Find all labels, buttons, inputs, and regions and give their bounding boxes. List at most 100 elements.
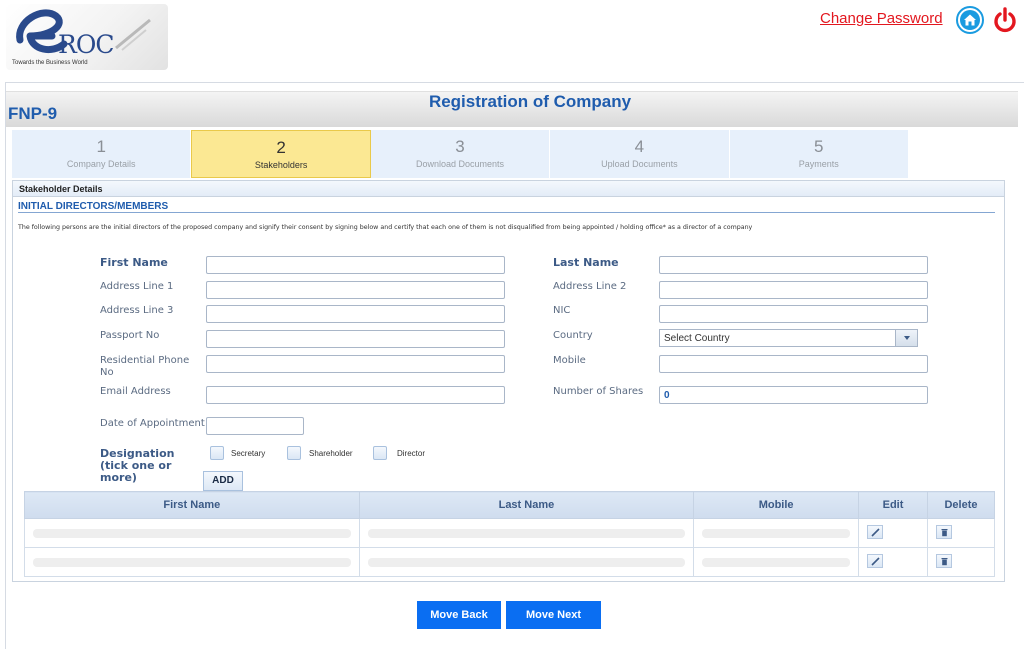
- first-name-label: First Name: [100, 256, 168, 269]
- col-first-name: First Name: [24, 491, 360, 519]
- secretary-checkbox[interactable]: [210, 446, 224, 460]
- page-title: Registration of Company: [428, 92, 632, 111]
- power-icon: [994, 7, 1016, 33]
- dropdown-button[interactable]: [895, 330, 917, 346]
- step-label: Payments: [798, 159, 839, 169]
- country-select-value: Select Country: [664, 333, 730, 344]
- shareholder-label: Shareholder: [309, 449, 353, 458]
- last-name-label: Last Name: [553, 256, 619, 269]
- cell-delete: [927, 547, 995, 577]
- director-checkbox[interactable]: [373, 446, 387, 460]
- last-name-placeholder: [367, 557, 686, 567]
- first-name-placeholder: [33, 557, 351, 567]
- director-label: Director: [397, 449, 426, 458]
- step-number: 4: [634, 137, 645, 156]
- col-last-name: Last Name: [358, 491, 695, 519]
- nic-label: NIC: [553, 305, 571, 316]
- address-line-1-input[interactable]: [206, 281, 505, 299]
- pen-graphic: [115, 18, 151, 51]
- step-upload-documents[interactable]: 4 Upload Documents: [550, 130, 730, 178]
- address-line-2-label: Address Line 2: [553, 281, 627, 292]
- pencil-icon: [871, 556, 880, 566]
- table-row: [24, 547, 995, 577]
- section-divider: [18, 212, 995, 213]
- step-number: 5: [814, 137, 824, 156]
- step-download-documents[interactable]: 3 Download Documents: [370, 130, 551, 178]
- logo-tagline: Towards the Business World: [12, 60, 88, 66]
- col-edit: Edit: [858, 491, 928, 519]
- table-row: [24, 518, 995, 548]
- step-number: 3: [455, 137, 465, 156]
- col-delete: Delete: [927, 491, 995, 519]
- passport-input[interactable]: [206, 330, 505, 348]
- mobile-placeholder: [702, 557, 851, 567]
- cell-edit: [858, 547, 928, 577]
- step-number: 2: [276, 138, 286, 157]
- change-password-link[interactable]: Change Password: [820, 10, 943, 27]
- move-back-button[interactable]: Move Back: [417, 601, 501, 629]
- step-label: Stakeholders: [254, 160, 308, 170]
- mobile-label: Mobile: [553, 355, 586, 366]
- edit-button[interactable]: [867, 524, 884, 539]
- cell-mobile: [693, 518, 860, 548]
- intro-text: The following persons are the initial di…: [18, 224, 753, 231]
- chevron-down-icon: [904, 336, 910, 340]
- country-select[interactable]: Select Country: [659, 329, 918, 347]
- wizard-steps: 1 Company Details 2 Stakeholders 3 Downl…: [12, 130, 909, 178]
- last-name-input[interactable]: [659, 256, 928, 274]
- mobile-input[interactable]: [659, 355, 928, 373]
- mobile-placeholder: [702, 528, 851, 538]
- form-code: FNP-9: [8, 104, 58, 123]
- address-line-3-input[interactable]: [206, 305, 505, 323]
- number-of-shares-input[interactable]: [659, 386, 928, 404]
- home-button[interactable]: [956, 6, 984, 34]
- step-stakeholders[interactable]: 2 Stakeholders: [191, 130, 371, 178]
- home-icon: [956, 6, 984, 34]
- table-header-row: First Name Last Name Mobile Edit Delete: [24, 491, 995, 519]
- step-label: Upload Documents: [601, 159, 678, 169]
- last-name-placeholder: [367, 528, 686, 538]
- cell-mobile: [693, 547, 860, 577]
- step-payments[interactable]: 5 Payments: [729, 130, 909, 178]
- email-label: Email Address: [100, 386, 171, 397]
- edit-button[interactable]: [867, 553, 884, 568]
- col-mobile: Mobile: [693, 491, 860, 519]
- address-line-1-label: Address Line 1: [100, 281, 174, 292]
- step-label: Company Details: [66, 159, 136, 169]
- address-line-3-label: Address Line 3: [100, 305, 174, 316]
- number-of-shares-label: Number of Shares: [553, 386, 644, 397]
- logout-button[interactable]: [991, 6, 1019, 34]
- residential-phone-input[interactable]: [206, 355, 505, 373]
- cell-delete: [927, 518, 995, 548]
- trash-icon: [941, 557, 948, 565]
- address-line-2-input[interactable]: [659, 281, 928, 299]
- nic-input[interactable]: [659, 305, 928, 323]
- add-button[interactable]: ADD: [203, 471, 243, 491]
- trash-icon: [941, 528, 948, 536]
- delete-button[interactable]: [936, 553, 952, 568]
- panel-header: [13, 181, 1004, 197]
- stakeholders-table: First Name Last Name Mobile Edit Delete: [24, 491, 995, 577]
- section-title: INITIAL DIRECTORS/MEMBERS: [18, 201, 169, 212]
- step-number: 1: [96, 137, 106, 156]
- residential-phone-label: Residential Phone No: [100, 355, 190, 378]
- date-of-appointment-label: Date of Appointment: [100, 418, 205, 429]
- passport-label: Passport No: [100, 330, 160, 341]
- designation-label: Designation (tick one or more): [100, 447, 175, 484]
- email-input[interactable]: [206, 386, 505, 404]
- pencil-icon: [871, 527, 880, 537]
- country-label: Country: [553, 330, 593, 341]
- shareholder-checkbox[interactable]: [287, 446, 301, 460]
- date-of-appointment-input[interactable]: [206, 417, 304, 435]
- cell-last-name: [358, 518, 695, 548]
- step-company-details[interactable]: 1 Company Details: [12, 130, 192, 178]
- cell-last-name: [358, 547, 695, 577]
- roc-logo: ROC Towards the Business World: [6, 4, 168, 70]
- first-name-input[interactable]: [206, 256, 505, 274]
- panel-header-title: Stakeholder Details: [19, 184, 103, 194]
- move-next-button[interactable]: Move Next: [506, 601, 601, 629]
- cell-first-name: [24, 518, 360, 548]
- step-label: Download Documents: [415, 159, 504, 169]
- cell-edit: [858, 518, 928, 548]
- delete-button[interactable]: [936, 524, 952, 539]
